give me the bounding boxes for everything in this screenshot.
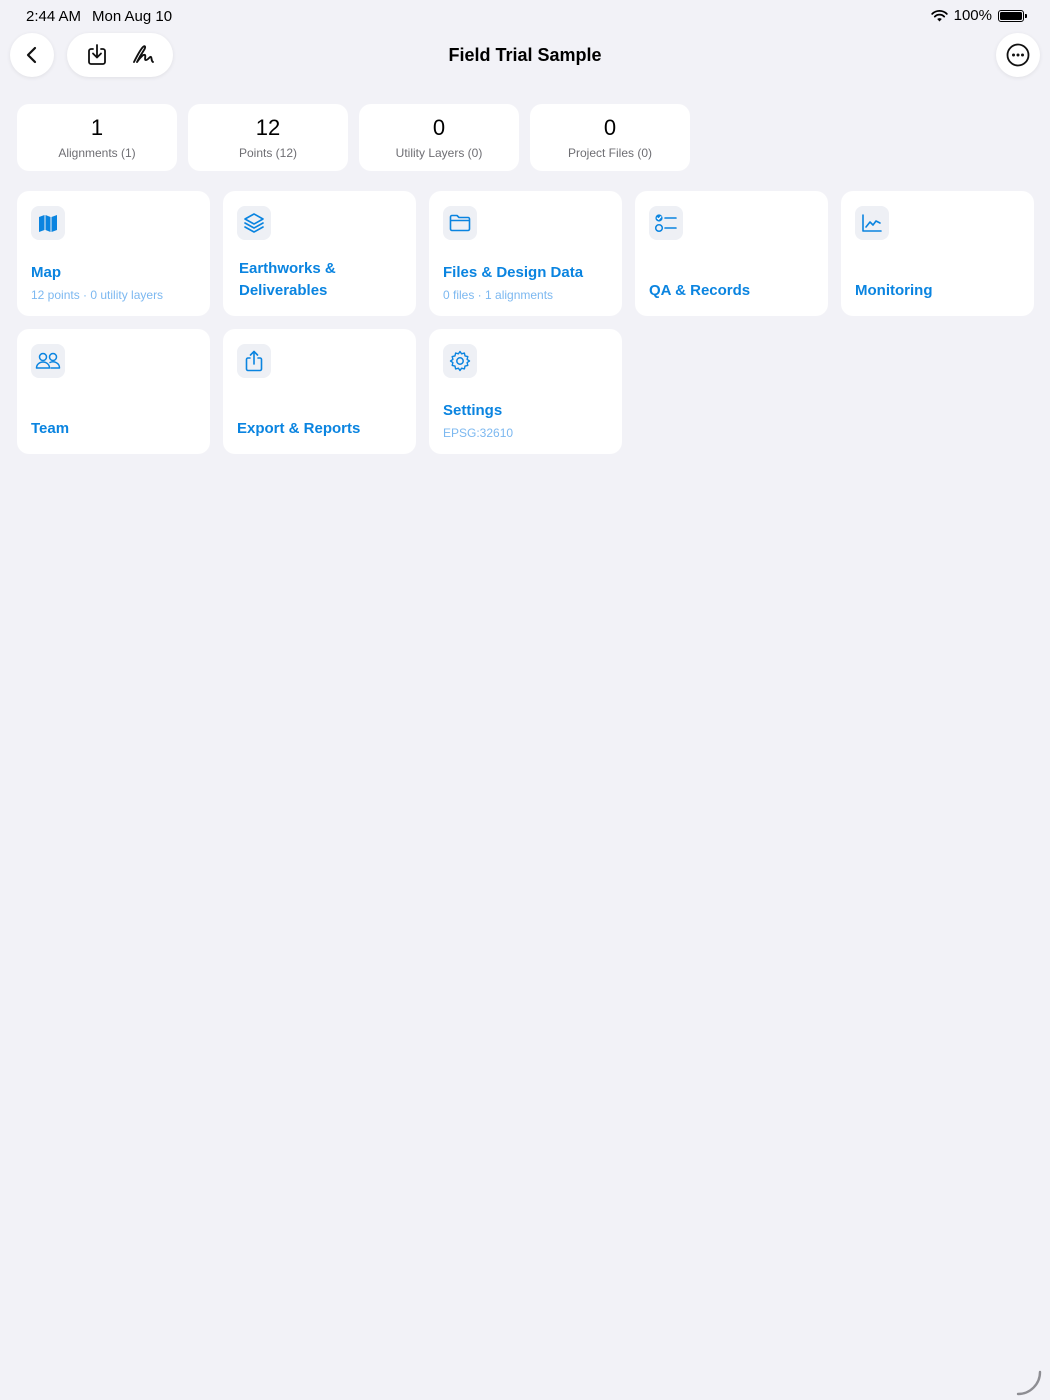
tile-subtitle: 0 files · 1 alignments — [443, 288, 554, 302]
people-icon — [31, 344, 65, 378]
stat-alignments: 1 Alignments (1) — [17, 104, 177, 171]
stat-label: Utility Layers (0) — [395, 146, 483, 160]
layers-icon — [237, 206, 271, 240]
tile-title: Monitoring — [855, 282, 933, 299]
stat-label: Alignments (1) — [58, 146, 136, 160]
tile-files-design[interactable]: Files & Design Data 0 files · 1 alignmen… — [429, 191, 622, 316]
battery-percent: 100% — [953, 7, 992, 24]
tile-earthworks[interactable]: Earthworks & Deliverables — [223, 191, 416, 316]
status-bar: 2:44 AM Mon Aug 10 100% — [0, 0, 1050, 32]
status-indicators: 100% — [930, 7, 1027, 24]
folder-icon — [443, 206, 477, 240]
tile-title: QA & Records — [649, 282, 751, 299]
page-title: Field Trial Sample — [448, 45, 602, 65]
tile-text: QA & Records — [649, 280, 816, 302]
status-date: Mon Aug 10 — [92, 8, 173, 25]
tile-title: Settings — [443, 402, 503, 419]
gear-icon — [443, 344, 477, 378]
tile-text: Map 12 points · 0 utility layers — [31, 262, 198, 302]
stat-utility-layers: 0 Utility Layers (0) — [359, 104, 519, 171]
stat-value: 12 — [255, 115, 281, 140]
tile-title: Files & Design Data — [443, 264, 584, 281]
activity-indicator-icon — [1016, 1370, 1042, 1396]
tile-settings[interactable]: Settings EPSG:32610 — [429, 329, 622, 454]
tile-monitoring[interactable]: Monitoring — [841, 191, 1034, 316]
tile-title: Earthworks & Deliverables — [239, 260, 336, 299]
tile-team[interactable]: Team — [17, 329, 210, 454]
status-time: 2:44 AM — [26, 8, 82, 25]
stat-value: 0 — [603, 115, 617, 140]
stat-label: Points (12) — [238, 146, 298, 160]
tile-export-reports[interactable]: Export & Reports — [223, 329, 416, 454]
tile-text: Files & Design Data 0 files · 1 alignmen… — [443, 262, 610, 302]
more-button[interactable] — [996, 33, 1040, 77]
map-icon — [31, 206, 65, 240]
stat-value: 1 — [90, 115, 104, 140]
checklist-icon — [649, 206, 683, 240]
stat-points: 12 Points (12) — [188, 104, 348, 171]
stat-value: 0 — [432, 115, 446, 140]
battery-level — [1000, 11, 1022, 20]
tile-map[interactable]: Map 12 points · 0 utility layers — [17, 191, 210, 316]
module-grid: Map 12 points · 0 utility layers Earthwo… — [17, 191, 1034, 454]
stat-label: Project Files (0) — [567, 146, 653, 160]
more-ellipsis-icon — [1006, 43, 1030, 67]
wifi-icon — [930, 10, 948, 22]
tile-text: Settings EPSG:32610 — [443, 400, 610, 440]
tile-text: Team — [31, 418, 198, 440]
line-chart-icon — [855, 206, 889, 240]
stat-project-files: 0 Project Files (0) — [530, 104, 690, 171]
tile-subtitle: EPSG:32610 — [443, 426, 514, 440]
tile-qa-records[interactable]: QA & Records — [635, 191, 828, 316]
tile-title: Map — [31, 264, 61, 281]
share-icon — [237, 344, 271, 378]
battery-icon — [998, 9, 1027, 22]
tile-subtitle: 12 points · 0 utility layers — [31, 288, 164, 302]
tile-text: Earthworks & Deliverables — [237, 258, 404, 302]
tile-text: Monitoring — [855, 280, 1022, 302]
tile-title: Team — [31, 420, 70, 437]
tile-title: Export & Reports — [237, 420, 361, 437]
stats-row: 1 Alignments (1) 12 Points (12) 0 Utilit… — [17, 104, 690, 171]
tile-text: Export & Reports — [237, 418, 404, 440]
